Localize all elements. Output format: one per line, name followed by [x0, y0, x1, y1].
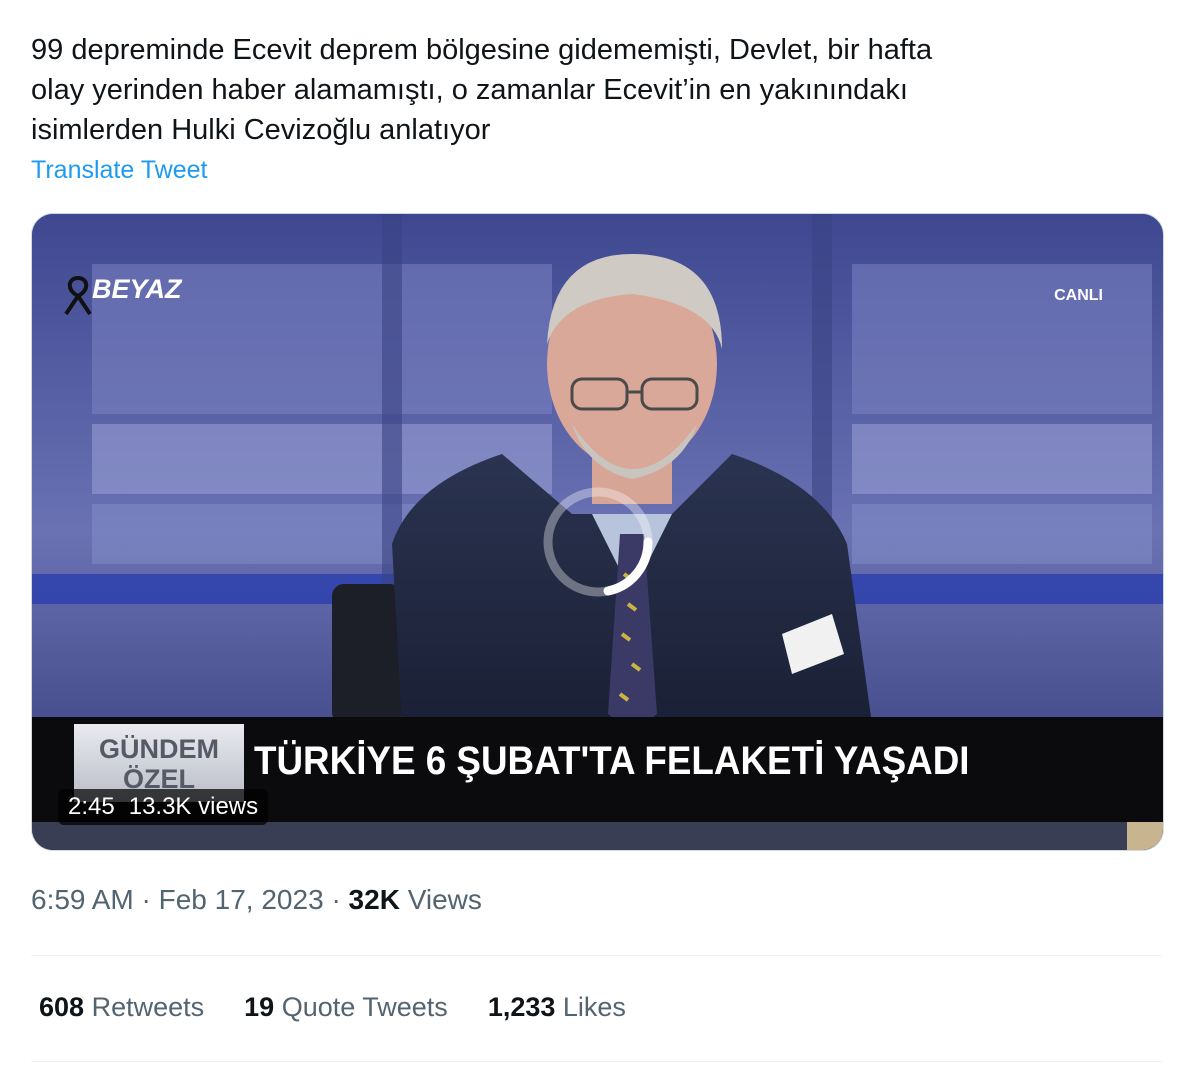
- quote-tweets-stat[interactable]: 19 Quote Tweets: [244, 992, 448, 1023]
- video-view-count: 13.3K views: [128, 793, 259, 820]
- likes-count: 1,233: [487, 992, 556, 1022]
- mourning-ribbon-icon: [62, 275, 94, 321]
- tweet-meta: 6:59 AM · Feb 17, 2023 · 32K Views: [31, 884, 482, 916]
- loading-spinner-icon: [538, 482, 658, 607]
- meta-separator: ·: [331, 884, 341, 915]
- translate-tweet-link[interactable]: Translate Tweet: [31, 156, 207, 185]
- tweet-time[interactable]: 6:59 AM: [31, 884, 134, 915]
- likes-stat[interactable]: 1,233 Likes: [488, 992, 626, 1023]
- news-headline: TÜRKİYE 6 ŞUBAT'TA FELAKETİ YAŞADI: [254, 739, 970, 783]
- retweets-label: Retweets: [91, 992, 205, 1022]
- retweets-stat[interactable]: 608 Retweets: [39, 992, 204, 1023]
- divider: [31, 1061, 1162, 1062]
- meta-separator: ·: [141, 884, 151, 915]
- video-duration-badge: 2:45 13.3K views: [58, 789, 269, 825]
- tweet-text: 99 depreminde Ecevit deprem bölgesine gi…: [31, 34, 933, 146]
- tweet-views-label: Views: [407, 884, 482, 915]
- tweet-stats: 608 Retweets 19 Quote Tweets 1,233 Likes: [39, 992, 626, 1023]
- live-label: CANLI: [1054, 287, 1103, 304]
- quote-tweets-label: Quote Tweets: [281, 992, 448, 1022]
- tweet-date[interactable]: Feb 17, 2023: [159, 884, 324, 915]
- divider: [31, 955, 1162, 956]
- video-player[interactable]: BEYAZ CANLI GÜNDEM ÖZEL TÜRKİYE 6 ŞUBAT'…: [31, 213, 1164, 851]
- retweets-count: 608: [39, 992, 85, 1022]
- video-duration: 2:45: [68, 793, 115, 820]
- tweet-views-count: 32K: [348, 884, 400, 915]
- likes-label: Likes: [562, 992, 626, 1022]
- quote-tweets-count: 19: [244, 992, 275, 1022]
- channel-logo: BEYAZ: [92, 274, 182, 304]
